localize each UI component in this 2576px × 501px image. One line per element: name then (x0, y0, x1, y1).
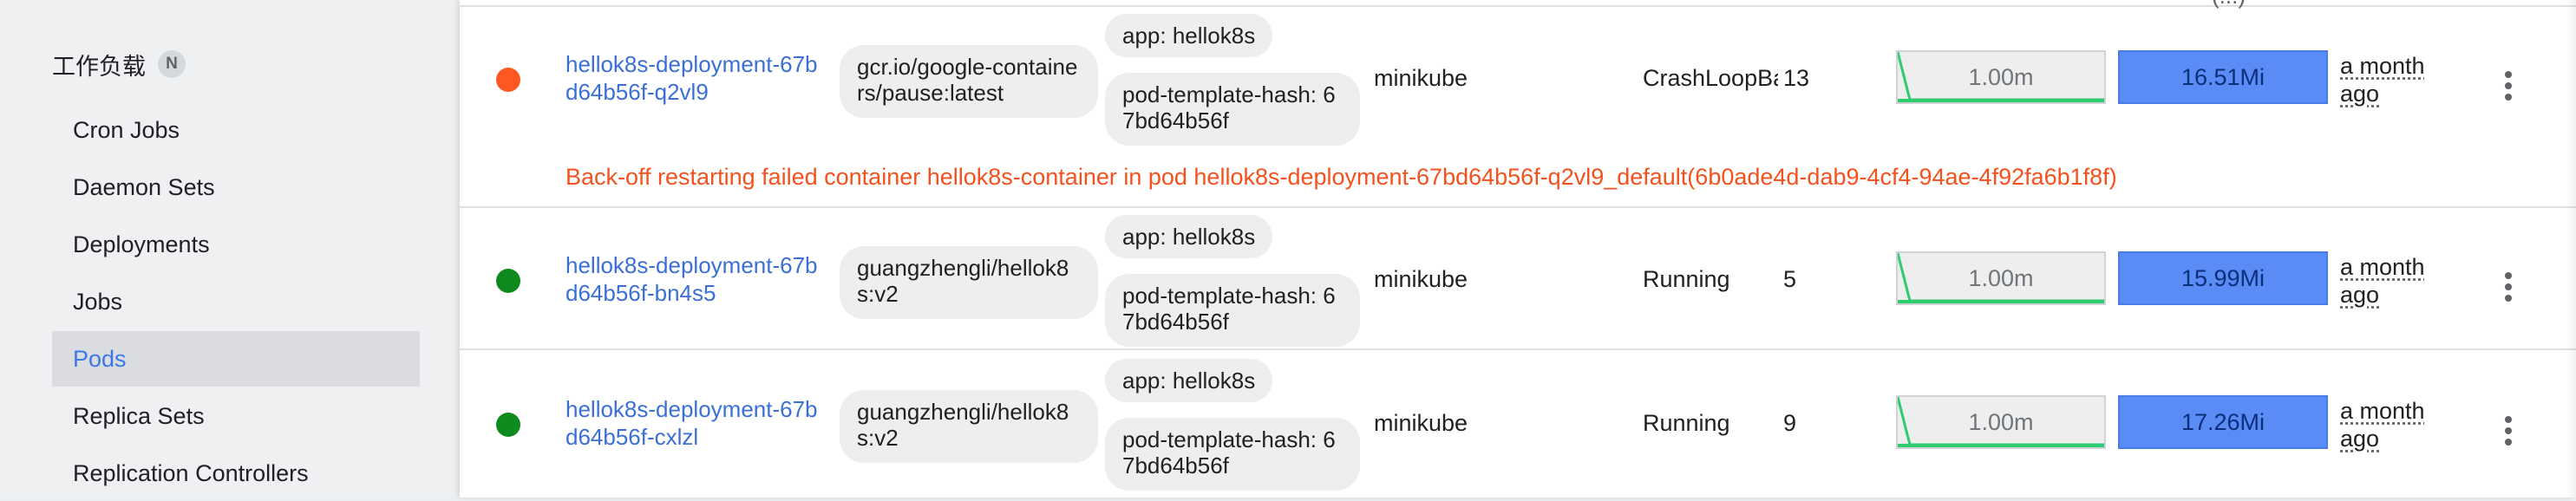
node-name[interactable]: minikube (1374, 409, 1468, 437)
pods-table: (...) hellok8s-deployment-67bd64b56f-q2v… (460, 0, 2576, 498)
pod-name-link[interactable]: hellok8s-deployment-67bd64b56f-cxlzl (566, 395, 826, 451)
sidebar-item-deployments[interactable]: Deployments (52, 217, 420, 272)
image-chip: guangzhengli/hellok8s:v2 (840, 246, 1098, 319)
nav-section-title: 工作负载 (52, 53, 146, 80)
memory-usage-value: 15.99Mi (2180, 264, 2265, 291)
cpu-usage-sparkline: 1.00m (1896, 251, 2106, 305)
memory-usage-value: 17.26Mi (2180, 408, 2265, 435)
memory-usage-value: 16.51Mi (2180, 63, 2265, 90)
restarts-count: 13 (1783, 65, 1810, 91)
status-text: CrashLoopBackOff (1643, 65, 1778, 91)
memory-usage-sparkline: 16.51Mi (2118, 50, 2328, 104)
label-chip: app: hellok8s (1105, 215, 1273, 258)
sidebar-item-cron-jobs[interactable]: Cron Jobs (52, 102, 420, 158)
pod-name-link[interactable]: hellok8s-deployment-67bd64b56f-bn4s5 (566, 251, 826, 307)
image-chip: guangzhengli/hellok8s:v2 (840, 390, 1098, 463)
age-text: a month ago (2340, 398, 2425, 452)
more-vert-icon[interactable] (2491, 409, 2526, 452)
label-chip: pod-template-hash: 67bd64b56f (1105, 274, 1360, 347)
restarts-count: 9 (1783, 410, 1797, 436)
running-status-icon (496, 413, 520, 437)
image-chip: gcr.io/google-containers/pause:latest (840, 45, 1098, 118)
sidebar-item-pods[interactable]: Pods (52, 331, 420, 387)
cpu-usage-value: 1.00m (1968, 408, 2034, 435)
sidebar-item-jobs[interactable]: Jobs (52, 274, 420, 329)
status-text: Running (1643, 410, 1730, 436)
sidebar-item-daemon-sets[interactable]: Daemon Sets (52, 159, 420, 215)
table-row: hellok8s-deployment-67bd64b56f-cxlzl gua… (460, 352, 2576, 498)
label-chip: app: hellok8s (1105, 14, 1273, 57)
running-status-icon (496, 269, 520, 293)
table-row: hellok8s-deployment-67bd64b56f-bn4s5 gua… (460, 208, 2576, 350)
restarts-count: 5 (1783, 266, 1797, 292)
pod-name-link[interactable]: hellok8s-deployment-67bd64b56f-q2vl9 (566, 50, 826, 106)
table-row: hellok8s-deployment-67bd64b56f-q2vl9 gcr… (460, 7, 2576, 208)
cpu-usage-value: 1.00m (1968, 63, 2034, 90)
label-chip: app: hellok8s (1105, 359, 1273, 402)
new-badge: N (158, 50, 186, 78)
sidebar-item-replica-sets[interactable]: Replica Sets (52, 388, 420, 444)
memory-usage-sparkline: 17.26Mi (2118, 395, 2328, 449)
sidebar: 工作负载 N Cron Jobs Daemon Sets Deployments… (0, 0, 460, 498)
node-name[interactable]: minikube (1374, 64, 1468, 92)
nav-section-header: 工作负载 N (52, 49, 186, 80)
label-chip: pod-template-hash: 67bd64b56f (1105, 418, 1360, 491)
pod-error-message: Back-off restarting failed container hel… (566, 164, 2117, 190)
status-text: Running (1643, 266, 1730, 292)
age-text: a month ago (2340, 53, 2425, 107)
more-vert-icon[interactable] (2491, 64, 2526, 107)
cpu-usage-sparkline: 1.00m (1896, 50, 2106, 104)
memory-usage-sparkline: 15.99Mi (2118, 251, 2328, 305)
label-chip: pod-template-hash: 67bd64b56f (1105, 73, 1360, 146)
more-vert-icon[interactable] (2491, 265, 2526, 309)
age-text: a month ago (2340, 254, 2425, 308)
error-status-icon (496, 68, 520, 92)
sidebar-item-replication-controllers[interactable]: Replication Controllers (52, 446, 420, 501)
node-name[interactable]: minikube (1374, 265, 1468, 293)
cpu-usage-value: 1.00m (1968, 264, 2034, 291)
cpu-usage-sparkline: 1.00m (1896, 395, 2106, 449)
